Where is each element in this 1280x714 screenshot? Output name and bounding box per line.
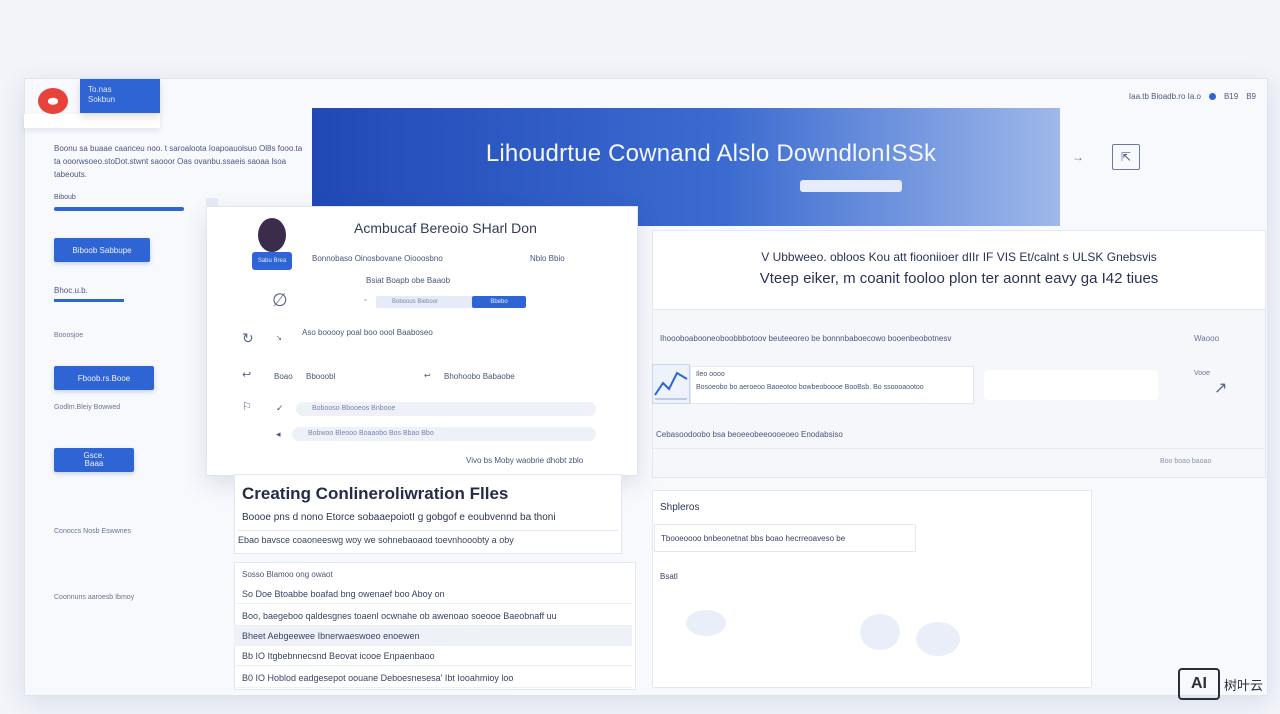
details-side-label: Vooe bbox=[1194, 370, 1210, 377]
dialog-row-2-icon: ↩ bbox=[424, 371, 431, 380]
avatar[interactable]: Sabu Brea bbox=[252, 218, 292, 272]
return-icon[interactable]: ↩ bbox=[242, 368, 251, 381]
status-dot-icon bbox=[1208, 93, 1216, 100]
input-prefix-icon: ◦ bbox=[364, 297, 367, 304]
config-files-title: Creating Conlineroliwration Flles bbox=[242, 484, 509, 503]
flag-icon[interactable]: ⚐ bbox=[242, 400, 252, 413]
sidebar-text-4: Coonnuns aaroesb Ibmoy bbox=[54, 594, 135, 601]
watermark-text: 树叶云 bbox=[1224, 677, 1264, 693]
app-chip-shadow bbox=[24, 114, 160, 128]
list-item[interactable]: Bheet Aebgeewee Ibnerwaeswoeo enoewen bbox=[234, 626, 632, 646]
dialog-row-2-b: Bbooobl bbox=[306, 372, 336, 381]
dialog-row-2-c: Bhohoobo Babaobe bbox=[444, 372, 515, 381]
chart-line-icon bbox=[654, 371, 688, 400]
dialog-footer[interactable]: Vivo bs Moby waobrie dhobt zblo bbox=[466, 456, 583, 465]
arrow-right-icon: → bbox=[1072, 150, 1084, 164]
placeholder-blob bbox=[860, 614, 900, 650]
dialog-line-2: Bsiat Boapb obe Baaob bbox=[366, 276, 451, 285]
sidebar-button-primary[interactable]: Biboob Sabbupe bbox=[54, 238, 150, 262]
sidebar-section-underline bbox=[54, 207, 184, 211]
sidebar-text-3: Conoccs Nosb Eswwnes bbox=[54, 528, 132, 535]
sidebar-text-2: Godlm.Bleiy Bowwed bbox=[54, 404, 121, 411]
top-right-menu[interactable]: Iaa.tb Bioadb.ro Ia.o B19 B9 bbox=[1129, 92, 1256, 101]
samples-title: Shpleros bbox=[660, 502, 700, 513]
edit-pen-icon[interactable]: ∅ bbox=[272, 290, 288, 311]
dialog-field-1[interactable]: Bobooso Bbooeos Bnbooe bbox=[296, 402, 596, 416]
app-chip-line1: To.nas bbox=[88, 85, 112, 94]
details-box-title: Ileo oooo bbox=[696, 371, 725, 378]
code-list-header: Sosso Blamoo ong owaot bbox=[242, 570, 333, 579]
list-item[interactable]: So Doe Btoabbe boafad bng owenaef boo Ab… bbox=[234, 584, 632, 604]
list-item[interactable]: Boo, baegeboo qaldesgnes toaenl ocwnahe … bbox=[234, 606, 632, 626]
sidebar-link[interactable]: Bhoc.u.b. bbox=[54, 286, 124, 302]
details-row-3[interactable]: Cebasoodoobo bsa beoeeobeeoooeoeo Enodab… bbox=[656, 430, 843, 439]
external-link-icon[interactable]: ⇱ bbox=[1112, 144, 1140, 170]
list-item[interactable]: B0 IO Hoblod eadgesepot oouane Deboesnes… bbox=[234, 668, 632, 688]
avatar-image bbox=[258, 218, 286, 252]
app-switcher-chip[interactable]: To.nas Sokbun bbox=[80, 79, 160, 113]
details-box-text: Bosoeobo bo aeroeoo Baoeotoo bowbeoboooe… bbox=[696, 384, 924, 391]
sidebar-link-label: Bhoc.u.b. bbox=[54, 286, 88, 295]
app-logo-icon[interactable]: ⬬ bbox=[38, 88, 68, 114]
dialog-line-1-right: Nblo Bbio bbox=[530, 254, 565, 263]
chart-thumbnail-icon[interactable] bbox=[652, 364, 690, 404]
arrow-small-icon: ↘ bbox=[276, 335, 282, 342]
dialog-row-2-a: Boao bbox=[274, 372, 293, 381]
watermark-logo: AI bbox=[1178, 668, 1220, 700]
sidebar-description: Boonu sa buaae caanceu noo. t saroaloota… bbox=[54, 144, 303, 179]
summary-line-2: Vteep eiker, m coanit fooloo plon ter ao… bbox=[759, 270, 1159, 287]
details-divider bbox=[652, 448, 1264, 449]
sidebar-link-underline bbox=[54, 299, 124, 302]
placeholder-blob bbox=[916, 622, 960, 656]
list-item[interactable]: Bb IO Itgbebnnecsnd Beovat icooe Enpaenb… bbox=[234, 646, 632, 666]
dialog-title: Acmbucaf Bereoio SHarl Don bbox=[354, 220, 537, 236]
details-row-1[interactable]: Ihoooboabooneoboobbbotoov beuteeoreo be … bbox=[660, 334, 951, 343]
sidebar-button-tertiary[interactable]: Gsce. Baaa bbox=[54, 448, 134, 472]
config-files-line-1: Boooe pns d nono Etorce sobaaepoiotI g g… bbox=[242, 512, 556, 523]
refresh-icon[interactable]: ↻ bbox=[242, 330, 254, 347]
details-row-4[interactable]: Boo boao baoao bbox=[1160, 458, 1211, 465]
top-right-c[interactable]: B9 bbox=[1246, 92, 1256, 101]
samples-panel bbox=[652, 490, 1092, 688]
watermark: AI 树叶云 bbox=[1178, 668, 1263, 700]
sidebar-section[interactable]: Biboub bbox=[54, 194, 184, 211]
app-chip-line2: Sokbun bbox=[88, 95, 116, 104]
sidebar-section-label: Biboub bbox=[54, 194, 76, 201]
details-input[interactable] bbox=[984, 370, 1158, 400]
dialog-input[interactable]: Bobooos Bieboor bbox=[376, 296, 472, 308]
hero-button[interactable] bbox=[800, 180, 902, 192]
sidebar-text-1: Booosjoe bbox=[54, 332, 84, 339]
sidebar-button-secondary[interactable]: Fboob.rs.Booe bbox=[54, 366, 154, 390]
dialog-field-2[interactable]: Bobwoo Bleooo Boaaobo Bos Bbao Bbo bbox=[292, 427, 596, 441]
config-files-line-2: Ebao bavsce coaoneeswg woy we sohnebaoao… bbox=[238, 530, 618, 545]
dialog-input-button[interactable]: Bbebo bbox=[472, 296, 526, 308]
dialog-row-1: Aso booooy poal boo oool Baaboseo bbox=[302, 328, 433, 337]
top-right-text[interactable]: Iaa.tb Bioadb.ro Ia.o bbox=[1129, 92, 1201, 101]
samples-label: Bsatl bbox=[660, 572, 678, 581]
cursor-icon: ↗ bbox=[1214, 380, 1228, 397]
summary-line-1: V Ubbweeo. obloos Kou att fiooniioer dII… bbox=[761, 250, 1157, 264]
samples-chip[interactable]: Tbooeoooo bnbeonetnat bbs boao hecrreoav… bbox=[654, 524, 916, 552]
dialog-line-1: Bonnobaso Oinosbovane Oiooosbno bbox=[312, 254, 443, 263]
hero-title: Lihoudrtue Cownand Alslo DowndlonISSk bbox=[485, 140, 937, 167]
avatar-tag: Sabu Brea bbox=[252, 252, 292, 270]
details-row-1-right[interactable]: Waooo bbox=[1194, 334, 1219, 343]
top-right-b[interactable]: B19 bbox=[1224, 92, 1238, 101]
chevron-icon: ✓ bbox=[276, 403, 284, 413]
placeholder-blob bbox=[686, 610, 726, 636]
chevron-icon-2: ◂ bbox=[276, 429, 281, 439]
